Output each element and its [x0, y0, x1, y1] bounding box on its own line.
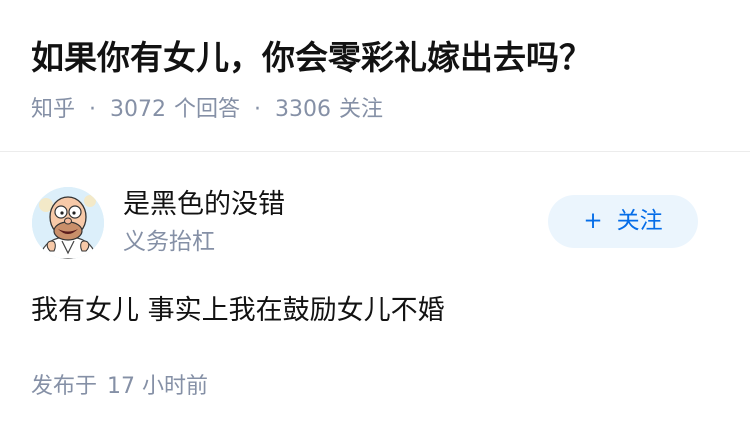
answer-count-label: 个回答: [174, 97, 241, 122]
source-label: 知乎: [31, 97, 76, 122]
question-title[interactable]: 如果你有女儿，你会零彩礼嫁出去吗？: [31, 34, 592, 82]
publish-label: 发布于: [31, 374, 98, 399]
answer-content[interactable]: 我有女儿 事实上我在鼓励女儿不婚: [31, 292, 445, 330]
publish-time: 17 小时前: [107, 374, 209, 399]
question-header: 如果你有女儿，你会零彩礼嫁出去吗？ 知乎 · 3072 个回答 · 3306 关注: [0, 0, 750, 152]
answer-card: 是黑色的没错 义务抬杠 + 关注 我有女儿 事实上我在鼓励女儿不婚 发布于 17 小…: [0, 152, 750, 438]
plus-icon: +: [583, 208, 603, 234]
question-meta: 知乎 · 3072 个回答 · 3306 关注: [31, 95, 383, 125]
author-name[interactable]: 是黑色的没错: [123, 186, 285, 224]
answer-publish-time: 发布于 17 小时前: [31, 372, 208, 402]
cartoon-avatar-icon: [32, 187, 104, 259]
follower-count: 3306: [275, 97, 332, 122]
follower-count-label: 关注: [339, 97, 384, 122]
follow-button-label: 关注: [616, 208, 663, 234]
meta-separator: ·: [89, 97, 97, 122]
author-headline: 义务抬杠: [123, 229, 215, 255]
avatar[interactable]: [32, 187, 104, 259]
answer-count: 3072: [110, 97, 167, 122]
follow-button[interactable]: + 关注: [548, 195, 698, 248]
meta-separator: ·: [254, 97, 262, 122]
